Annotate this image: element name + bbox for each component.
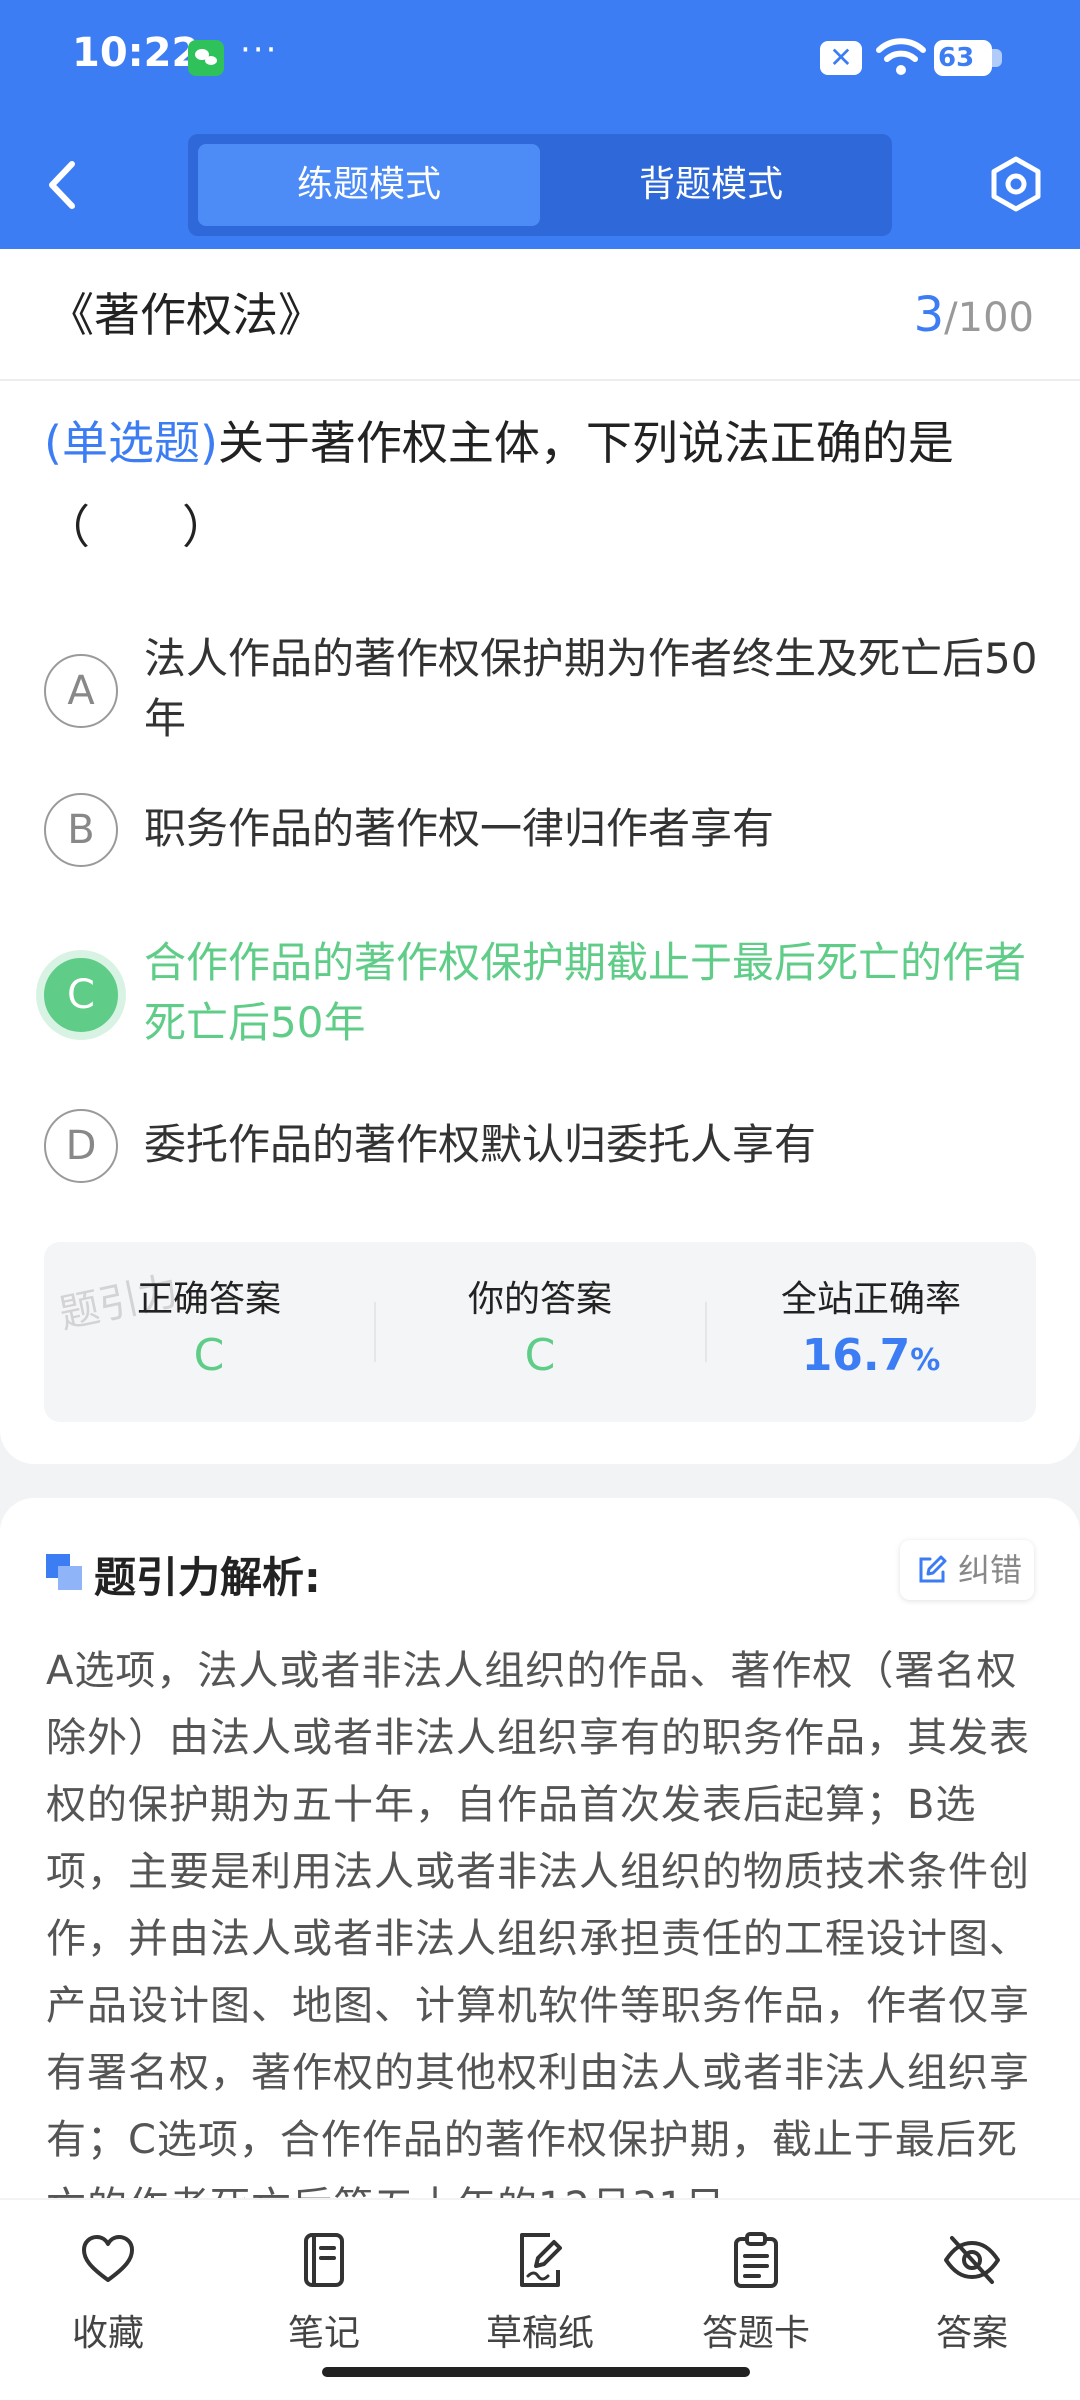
stat-label: 你的答案	[467, 1279, 612, 1320]
accuracy-unit: %	[910, 1343, 941, 1378]
tab-memorize-mode[interactable]: 背题模式	[540, 144, 882, 226]
option-text: 委托作品的著作权默认归委托人享有	[144, 1120, 817, 1169]
show-answer-button[interactable]: 答案	[897, 2230, 1047, 2360]
heart-icon	[82, 2235, 134, 2282]
wifi-icon	[876, 38, 926, 75]
question-stem: (单选题)关于著作权主体，下列说法正确的是（ ）	[44, 401, 1040, 569]
option-letter: D	[44, 1109, 118, 1183]
notebook-icon	[304, 2233, 344, 2287]
stat-label: 全站正确率	[780, 1279, 961, 1320]
option-text: 法人作品的著作权保护期为作者终生及死亡后50年	[144, 634, 1038, 743]
question-type: (单选题)	[44, 416, 218, 470]
stat-value: C	[524, 1330, 556, 1381]
mute-icon: ✕	[820, 41, 862, 75]
battery-icon: 63	[934, 40, 1002, 76]
tab-practice-mode[interactable]: 练题模式	[198, 144, 540, 226]
report-error-label: 纠错	[958, 1551, 1023, 1589]
nav-label: 草稿纸	[485, 2313, 594, 2354]
favorite-button[interactable]: 收藏	[33, 2230, 183, 2360]
option-text: 职务作品的著作权一律归作者享有	[144, 804, 775, 853]
option-letter: B	[44, 793, 118, 867]
divider	[0, 379, 1080, 381]
chevron-left-icon	[49, 161, 75, 209]
edit-icon	[919, 1555, 947, 1583]
stat-value: 16.7%	[706, 1330, 1036, 1381]
analysis-title: 题引力解析:	[94, 1553, 321, 1602]
hexagon-settings-icon	[991, 156, 1041, 212]
option-text: 合作作品的著作权保护期截止于最后死亡的作者死亡后50年	[144, 938, 1027, 1047]
report-error-button[interactable]: 纠错	[900, 1540, 1034, 1600]
clipboard-icon	[734, 2232, 778, 2288]
draft-paper-button[interactable]: 草稿纸	[465, 2230, 615, 2360]
analysis-card: 题引力解析: 纠错 A选项，法人或者非法人组织的作品、著作权（署名权除外）由法人…	[0, 1498, 1080, 2198]
analysis-body: A选项，法人或者非法人组织的作品、著作权（署名权除外）由法人或者非法人组织享有的…	[46, 1648, 1030, 2198]
question-progress: 3/100	[914, 287, 1034, 343]
home-indicator[interactable]	[322, 2367, 750, 2377]
nav-label: 收藏	[71, 2313, 144, 2354]
stat-your-answer: 你的答案 C	[375, 1242, 705, 1422]
stat-value: C	[193, 1330, 225, 1381]
option-a[interactable]: A 法人作品的著作权保护期为作者终生及死亡后50年	[44, 629, 1040, 749]
progress-total: /100	[944, 295, 1034, 341]
mode-tabs: 练题模式 背题模式	[188, 134, 892, 236]
notes-button[interactable]: 笔记	[249, 2230, 399, 2360]
more-notifications-icon: ···	[240, 30, 279, 70]
chapter-title: 《著作权法》	[48, 288, 324, 342]
nav-label: 答案	[935, 2313, 1008, 2354]
option-d[interactable]: D 委托作品的著作权默认归委托人享有	[44, 1109, 1040, 1189]
settings-button[interactable]	[986, 154, 1046, 214]
option-letter: A	[44, 654, 118, 728]
back-button[interactable]	[38, 152, 88, 218]
progress-current: 3	[913, 287, 945, 343]
answer-card-button[interactable]: 答题卡	[681, 2230, 831, 2360]
draft-paper-icon	[520, 2233, 562, 2287]
stat-label: 正确答案	[136, 1279, 281, 1320]
option-letter: C	[44, 958, 118, 1032]
wechat-icon	[188, 40, 224, 76]
status-time: 10:22	[72, 30, 200, 76]
accuracy-value: 16.7	[801, 1330, 911, 1381]
answer-stats: 题引力 正确答案 C 你的答案 C 全站正确率 16.7%	[44, 1242, 1036, 1422]
nav-label: 笔记	[287, 2313, 360, 2354]
top-bar: 10:22 ··· ✕ 63 练题模式 背题模式	[0, 0, 1080, 249]
stat-accuracy: 全站正确率 16.7%	[706, 1242, 1036, 1422]
option-b[interactable]: B 职务作品的著作权一律归作者享有	[44, 793, 1040, 873]
question-card: 《著作权法》 3/100 (单选题)关于著作权主体，下列说法正确的是（ ） A …	[0, 249, 1080, 1464]
eye-off-icon	[944, 2236, 1000, 2284]
stat-correct-answer: 正确答案 C	[44, 1242, 374, 1422]
option-c[interactable]: C 合作作品的著作权保护期截止于最后死亡的作者死亡后50年	[44, 933, 1040, 1053]
nav-label: 答题卡	[701, 2313, 810, 2354]
analysis-title-icon	[46, 1554, 82, 1590]
